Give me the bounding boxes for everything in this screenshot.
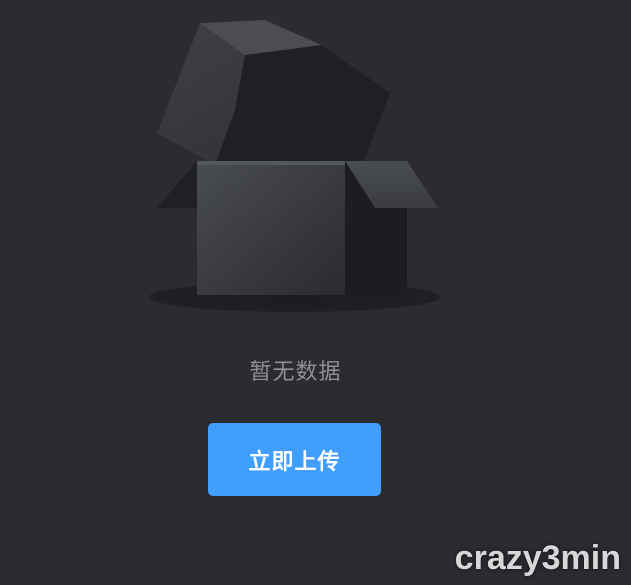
empty-message: 暂无数据 xyxy=(249,360,342,385)
upload-now-button[interactable]: 立即上传 xyxy=(208,423,381,496)
empty-box-icon xyxy=(145,15,445,315)
empty-state: 暂无数据 立即上传 crazy3min xyxy=(0,0,631,585)
watermark: crazy3min xyxy=(454,539,621,577)
